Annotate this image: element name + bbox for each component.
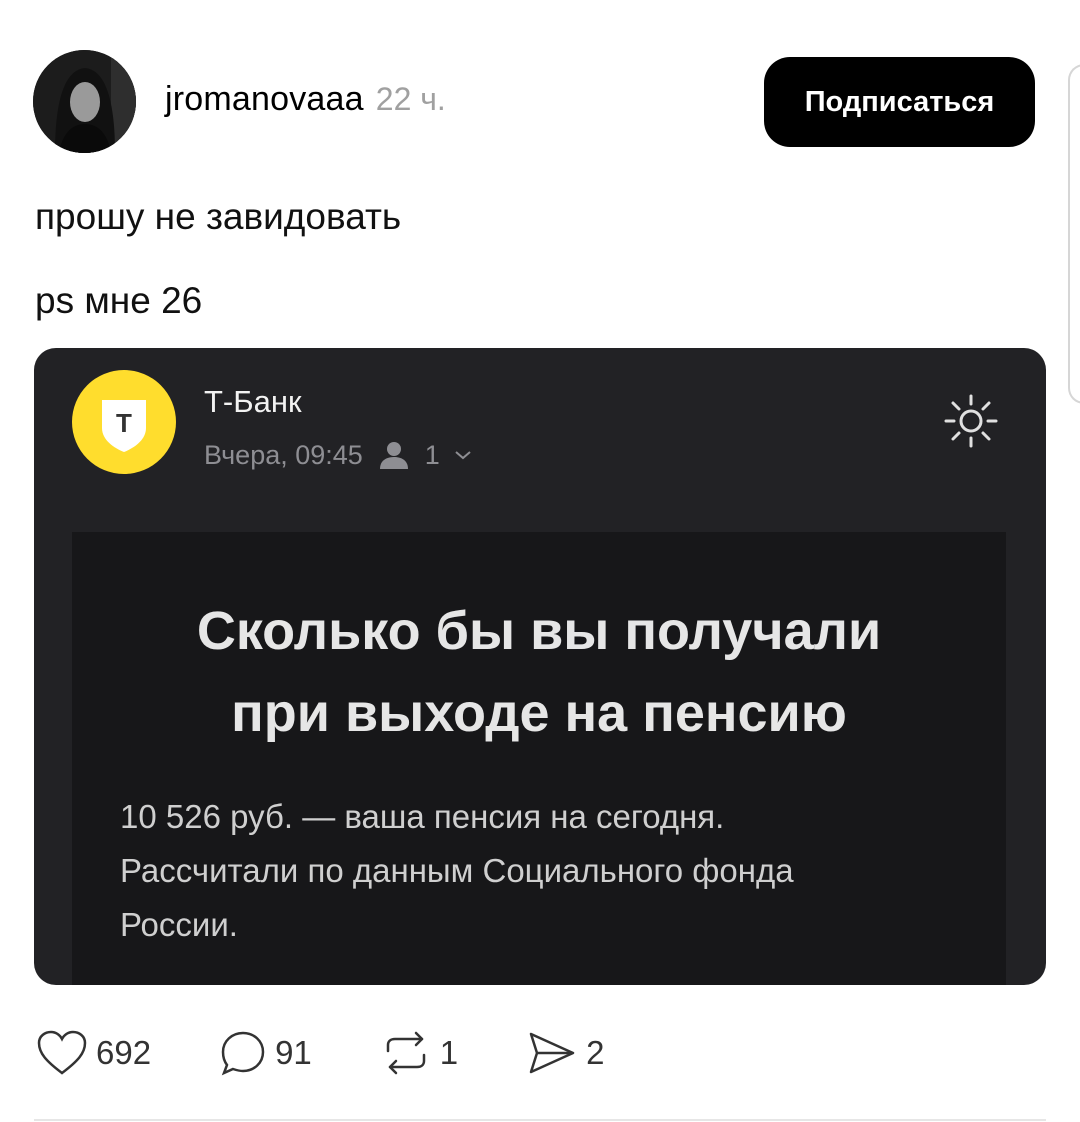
comment-button[interactable]: 91 [219, 1029, 312, 1077]
email-text-line: России. [120, 906, 238, 943]
sun-icon[interactable] [942, 392, 1000, 450]
reposts-count: 1 [439, 1034, 459, 1071]
like-button[interactable]: 692 [36, 1029, 151, 1077]
email-title: Сколько бы вы получали при выходе на пен… [72, 590, 1006, 754]
chevron-down-icon[interactable] [454, 449, 472, 461]
sender-name: Т-Банк [204, 384, 302, 419]
repost-icon [386, 1031, 426, 1075]
email-text: 10 526 руб. — ваша пенсия на сегодня. Ра… [120, 790, 980, 952]
subscribe-button[interactable]: Подписаться [764, 57, 1035, 147]
post-divider [34, 1119, 1046, 1121]
share-icon [529, 1032, 575, 1074]
post-page: jromanovaaa 22 ч. Подписаться прошу не з… [0, 0, 1080, 1122]
email-text-line: 10 526 руб. — ваша пенсия на сегодня. [120, 798, 725, 835]
username[interactable]: jromanovaaa [165, 80, 364, 119]
post-text: ps мне 26 [35, 280, 203, 321]
email-body: Сколько бы вы получали при выходе на пен… [72, 532, 1006, 985]
likes-count: 692 [96, 1034, 152, 1071]
attached-image[interactable]: Т Т-Банк Вчера, 09:45 1 Сколько бы вы по… [34, 348, 1046, 985]
tbank-logo-icon: Т [72, 370, 176, 474]
author-line: jromanovaaa 22 ч. [165, 80, 446, 124]
avatar[interactable] [33, 50, 136, 153]
post-text: прошу не завидовать [35, 196, 402, 237]
email-title-line: при выходе на пенсию [231, 683, 847, 743]
recipients-count: 1 [424, 439, 440, 470]
shares-count: 2 [586, 1034, 605, 1071]
post-time: 22 ч. [375, 81, 446, 117]
person-icon [377, 439, 411, 471]
logo-letter: Т [116, 408, 132, 438]
comments-count: 91 [275, 1034, 312, 1071]
email-meta: Вчера, 09:45 1 [204, 438, 472, 472]
action-bar: 692 91 1 2 [36, 1026, 673, 1080]
repost-button[interactable]: 1 [380, 1029, 458, 1077]
heart-icon [37, 1030, 87, 1075]
scrollbar[interactable] [1068, 64, 1080, 404]
email-text-line: Рассчитали по данным Социального фонда [120, 852, 794, 889]
comment-icon [221, 1031, 265, 1076]
share-button[interactable]: 2 [526, 1029, 605, 1077]
email-date: Вчера, 09:45 [204, 439, 363, 470]
email-title-line: Сколько бы вы получали [196, 601, 882, 661]
